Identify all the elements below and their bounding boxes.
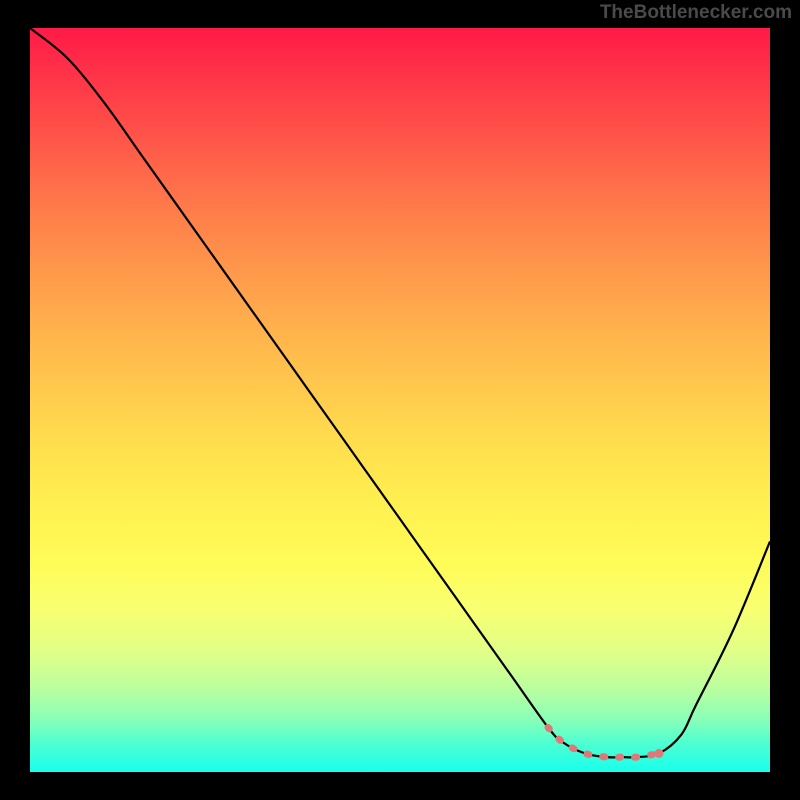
- chart-plot-area: [30, 28, 770, 772]
- attribution-text: TheBottlenecker.com: [600, 2, 792, 24]
- bottleneck-curve: [30, 28, 770, 772]
